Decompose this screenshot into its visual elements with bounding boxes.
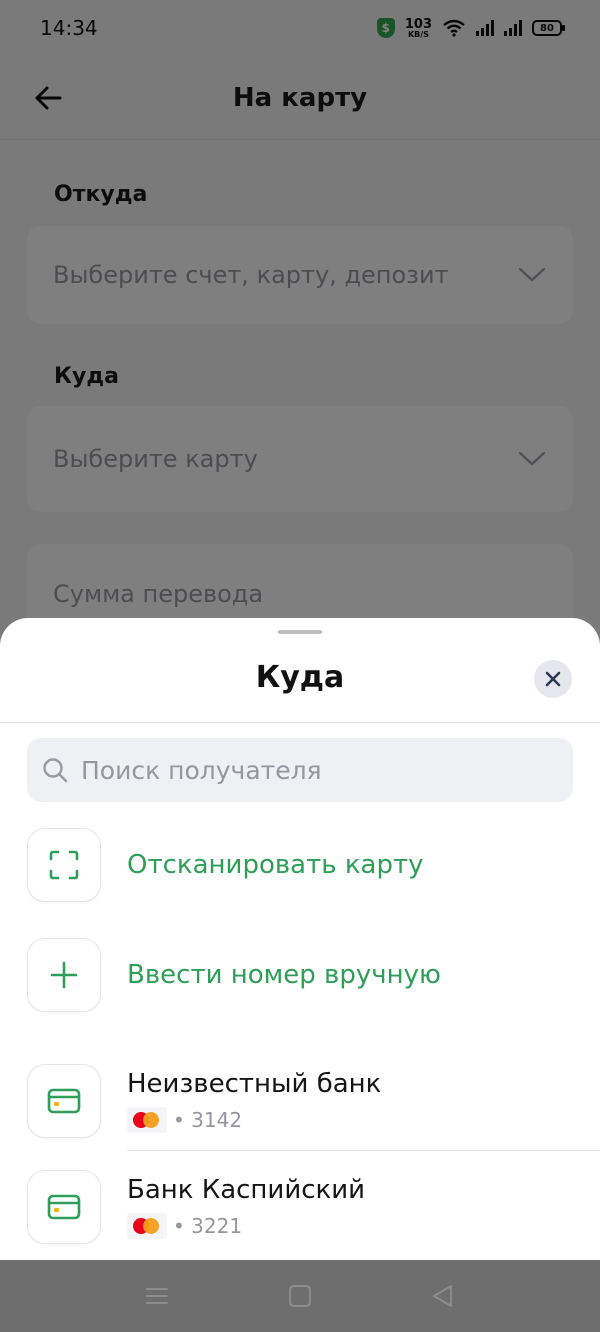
back-triangle-icon[interactable]: [430, 1284, 456, 1308]
sheet-drag-handle[interactable]: [278, 630, 322, 634]
scan-card-button[interactable]: Отсканировать карту: [27, 828, 587, 902]
card-details: • 3142: [127, 1107, 381, 1133]
menu-icon[interactable]: [144, 1284, 170, 1308]
card-tile: [27, 1170, 101, 1244]
system-nav-bar: [0, 1260, 600, 1332]
recipient-bottom-sheet: Куда Поиск получателя Отсканировать карт…: [0, 618, 600, 1260]
mastercard-logo-icon: [127, 1213, 167, 1239]
credit-card-icon: [47, 1088, 81, 1114]
close-button[interactable]: [534, 660, 572, 698]
card-masked-number: • 3221: [173, 1214, 243, 1238]
home-square-icon[interactable]: [287, 1284, 313, 1308]
plus-tile: [27, 938, 101, 1012]
search-icon: [43, 758, 68, 783]
scan-tile: [27, 828, 101, 902]
recipient-search-input[interactable]: Поиск получателя: [27, 738, 573, 802]
mastercard-logo-icon: [127, 1107, 167, 1133]
sheet-title: Куда: [255, 660, 345, 695]
card-details: • 3221: [127, 1213, 365, 1239]
close-icon: [545, 671, 561, 687]
card-bank-name: Банк Каспийский: [127, 1175, 366, 1205]
plus-icon: [50, 961, 78, 989]
saved-card-item[interactable]: Банк Каспийский • 3221: [27, 1170, 600, 1244]
card-info: Банк Каспийский • 3221: [127, 1175, 365, 1239]
row-divider: [127, 1150, 600, 1151]
manual-entry-label: Ввести номер вручную: [127, 960, 441, 990]
card-tile: [27, 1064, 101, 1138]
card-masked-number: • 3142: [173, 1108, 243, 1132]
search-placeholder: Поиск получателя: [81, 755, 322, 785]
manual-entry-button[interactable]: Ввести номер вручную: [27, 938, 587, 1012]
credit-card-icon: [47, 1194, 81, 1220]
sheet-divider: [0, 722, 600, 723]
scan-card-label: Отсканировать карту: [127, 850, 424, 880]
card-info: Неизвестный банк • 3142: [127, 1069, 381, 1133]
scan-frame-icon: [49, 850, 79, 880]
saved-card-item[interactable]: Неизвестный банк • 3142: [27, 1064, 600, 1138]
card-bank-name: Неизвестный банк: [127, 1069, 382, 1099]
